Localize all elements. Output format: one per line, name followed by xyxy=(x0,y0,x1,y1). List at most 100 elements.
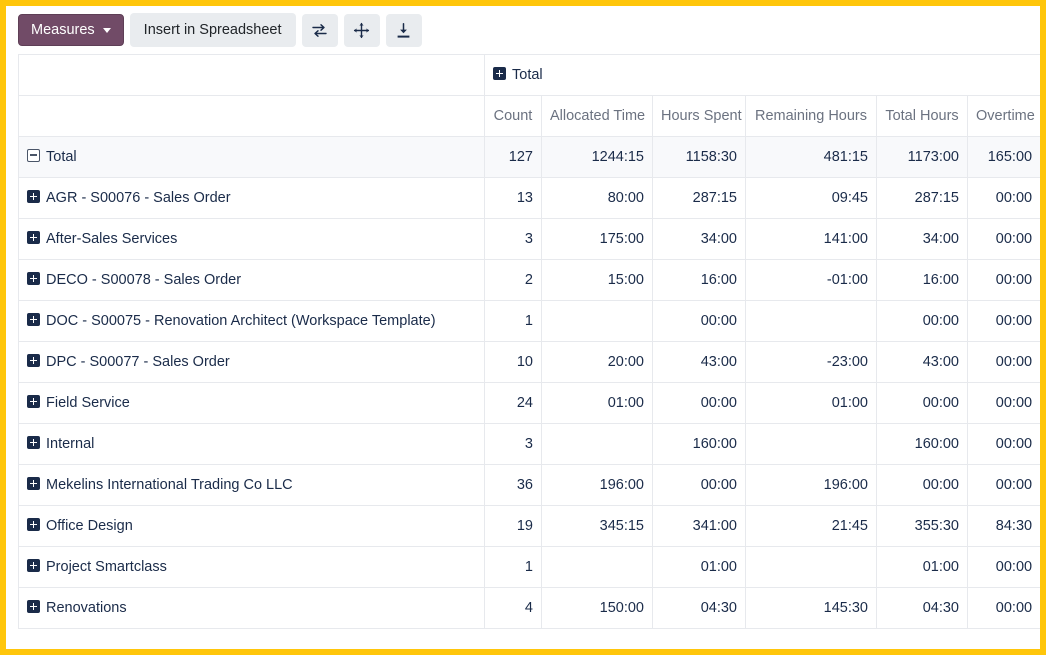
row-header-cell[interactable]: DECO - S00078 - Sales Order xyxy=(18,259,485,301)
cell-value: 00:00 xyxy=(966,546,1040,588)
expand-plus-icon[interactable] xyxy=(27,313,40,326)
cell-value: 09:45 xyxy=(745,177,877,219)
row-header-label[interactable]: DOC - S00075 - Renovation Architect (Wor… xyxy=(46,313,436,329)
cell-value: 80:00 xyxy=(541,177,653,219)
cell-value: 00:00 xyxy=(876,382,968,424)
measure-header-row: Count Allocated Time Hours Spent Remaini… xyxy=(18,95,1040,137)
total-value-remaining-hours: 481:15 xyxy=(745,136,877,178)
row-header-label[interactable]: Internal xyxy=(46,436,94,452)
row-header-cell[interactable]: Office Design xyxy=(18,505,485,547)
expand-plus-icon[interactable] xyxy=(493,67,506,80)
expand-plus-icon[interactable] xyxy=(27,272,40,285)
flip-axis-button[interactable] xyxy=(301,13,338,47)
cell-value: 287:15 xyxy=(876,177,968,219)
row-header-cell[interactable]: Renovations xyxy=(18,587,485,629)
cell-value: 24 xyxy=(484,382,542,424)
row-header-cell[interactable]: Field Service xyxy=(18,382,485,424)
cell-value: 01:00 xyxy=(652,546,746,588)
cell-value xyxy=(745,546,877,588)
cell-value xyxy=(541,546,653,588)
row-header-label[interactable]: DPC - S00077 - Sales Order xyxy=(46,354,230,370)
cell-value: 150:00 xyxy=(541,587,653,629)
row-header-label[interactable]: Renovations xyxy=(46,600,127,616)
cell-value: 04:30 xyxy=(652,587,746,629)
cell-value: 160:00 xyxy=(652,423,746,465)
expand-plus-icon[interactable] xyxy=(27,559,40,572)
cell-value: 34:00 xyxy=(652,218,746,260)
row-header-total[interactable]: Total xyxy=(18,136,485,178)
pivot-corner-cell xyxy=(18,54,485,96)
row-total-label[interactable]: Total xyxy=(46,149,77,165)
cell-value: 00:00 xyxy=(652,300,746,342)
cell-value xyxy=(745,423,877,465)
total-value-count: 127 xyxy=(484,136,542,178)
measure-header-overtime[interactable]: Overtime xyxy=(966,95,1040,137)
expand-plus-icon[interactable] xyxy=(27,190,40,203)
column-group-total-label[interactable]: Total xyxy=(512,67,543,83)
row-header-label[interactable]: Project Smartclass xyxy=(46,559,167,575)
measure-header-allocated-time[interactable]: Allocated Time xyxy=(541,95,653,137)
column-group-total-header[interactable]: Total xyxy=(483,54,1040,96)
cell-value: 00:00 xyxy=(966,587,1040,629)
row-header-label[interactable]: After-Sales Services xyxy=(46,231,177,247)
download-icon xyxy=(395,22,412,39)
cell-value: 141:00 xyxy=(745,218,877,260)
collapse-minus-icon[interactable] xyxy=(27,149,40,162)
expand-plus-icon[interactable] xyxy=(27,354,40,367)
cell-value: 2 xyxy=(484,259,542,301)
expand-plus-icon[interactable] xyxy=(27,395,40,408)
cell-value: 01:00 xyxy=(876,546,968,588)
cell-value: 00:00 xyxy=(966,464,1040,506)
row-header-cell[interactable]: After-Sales Services xyxy=(18,218,485,260)
cell-value: 36 xyxy=(484,464,542,506)
pivot-corner-cell-2 xyxy=(18,95,485,137)
cell-value: 43:00 xyxy=(876,341,968,383)
cell-value: 00:00 xyxy=(652,464,746,506)
row-header-label[interactable]: Mekelins International Trading Co LLC xyxy=(46,477,293,493)
cell-value: 00:00 xyxy=(966,300,1040,342)
pivot-table-body: Total 127 1244:15 1158:30 481:15 1173:00… xyxy=(18,136,1040,629)
table-row: After-Sales Services 3 175:00 34:00 141:00 34… xyxy=(18,218,1040,260)
cell-value: 15:00 xyxy=(541,259,653,301)
measure-header-remaining-hours[interactable]: Remaining Hours xyxy=(745,95,877,137)
measures-dropdown-button[interactable]: Measures xyxy=(18,13,124,47)
cell-value: 00:00 xyxy=(966,423,1040,465)
row-header-cell[interactable]: Internal xyxy=(18,423,485,465)
measure-header-total-hours[interactable]: Total Hours xyxy=(876,95,968,137)
expand-plus-icon[interactable] xyxy=(27,436,40,449)
measure-header-count[interactable]: Count xyxy=(484,95,542,137)
row-header-cell[interactable]: AGR - S00076 - Sales Order xyxy=(18,177,485,219)
row-header-cell[interactable]: DOC - S00075 - Renovation Architect (Wor… xyxy=(18,300,485,342)
cell-value: 345:15 xyxy=(541,505,653,547)
expand-all-button[interactable] xyxy=(343,13,380,47)
row-header-label[interactable]: DECO - S00078 - Sales Order xyxy=(46,272,241,288)
cell-value: 145:30 xyxy=(745,587,877,629)
cell-value: 20:00 xyxy=(541,341,653,383)
row-header-label[interactable]: Field Service xyxy=(46,395,130,411)
expand-plus-icon[interactable] xyxy=(27,600,40,613)
cell-value: 34:00 xyxy=(876,218,968,260)
cell-value: 196:00 xyxy=(745,464,877,506)
row-header-cell[interactable]: Mekelins International Trading Co LLC xyxy=(18,464,485,506)
download-xlsx-button[interactable] xyxy=(385,13,422,47)
measure-header-hours-spent[interactable]: Hours Spent xyxy=(652,95,746,137)
row-header-cell[interactable]: DPC - S00077 - Sales Order xyxy=(18,341,485,383)
insert-in-spreadsheet-button[interactable]: Insert in Spreadsheet xyxy=(129,12,296,48)
cell-value: 1 xyxy=(484,300,542,342)
cell-value xyxy=(541,300,653,342)
cell-value: 4 xyxy=(484,587,542,629)
expand-plus-icon[interactable] xyxy=(27,518,40,531)
cell-value xyxy=(541,423,653,465)
expand-plus-icon[interactable] xyxy=(27,231,40,244)
row-header-cell[interactable]: Project Smartclass xyxy=(18,546,485,588)
expand-plus-icon[interactable] xyxy=(27,477,40,490)
row-header-label[interactable]: AGR - S00076 - Sales Order xyxy=(46,190,231,206)
row-header-label[interactable]: Office Design xyxy=(46,518,133,534)
total-value-overtime: 165:00 xyxy=(966,136,1040,178)
pivot-view-frame: Measures Insert in Spreadsheet Total Cou… xyxy=(0,0,1046,655)
cell-value: 287:15 xyxy=(652,177,746,219)
cell-value: 160:00 xyxy=(876,423,968,465)
cell-value: 19 xyxy=(484,505,542,547)
pivot-table: Total Count Allocated Time Hours Spent R… xyxy=(18,54,1040,629)
table-row: Renovations 4 150:00 04:30 145:30 04:30 00:00 xyxy=(18,587,1040,629)
